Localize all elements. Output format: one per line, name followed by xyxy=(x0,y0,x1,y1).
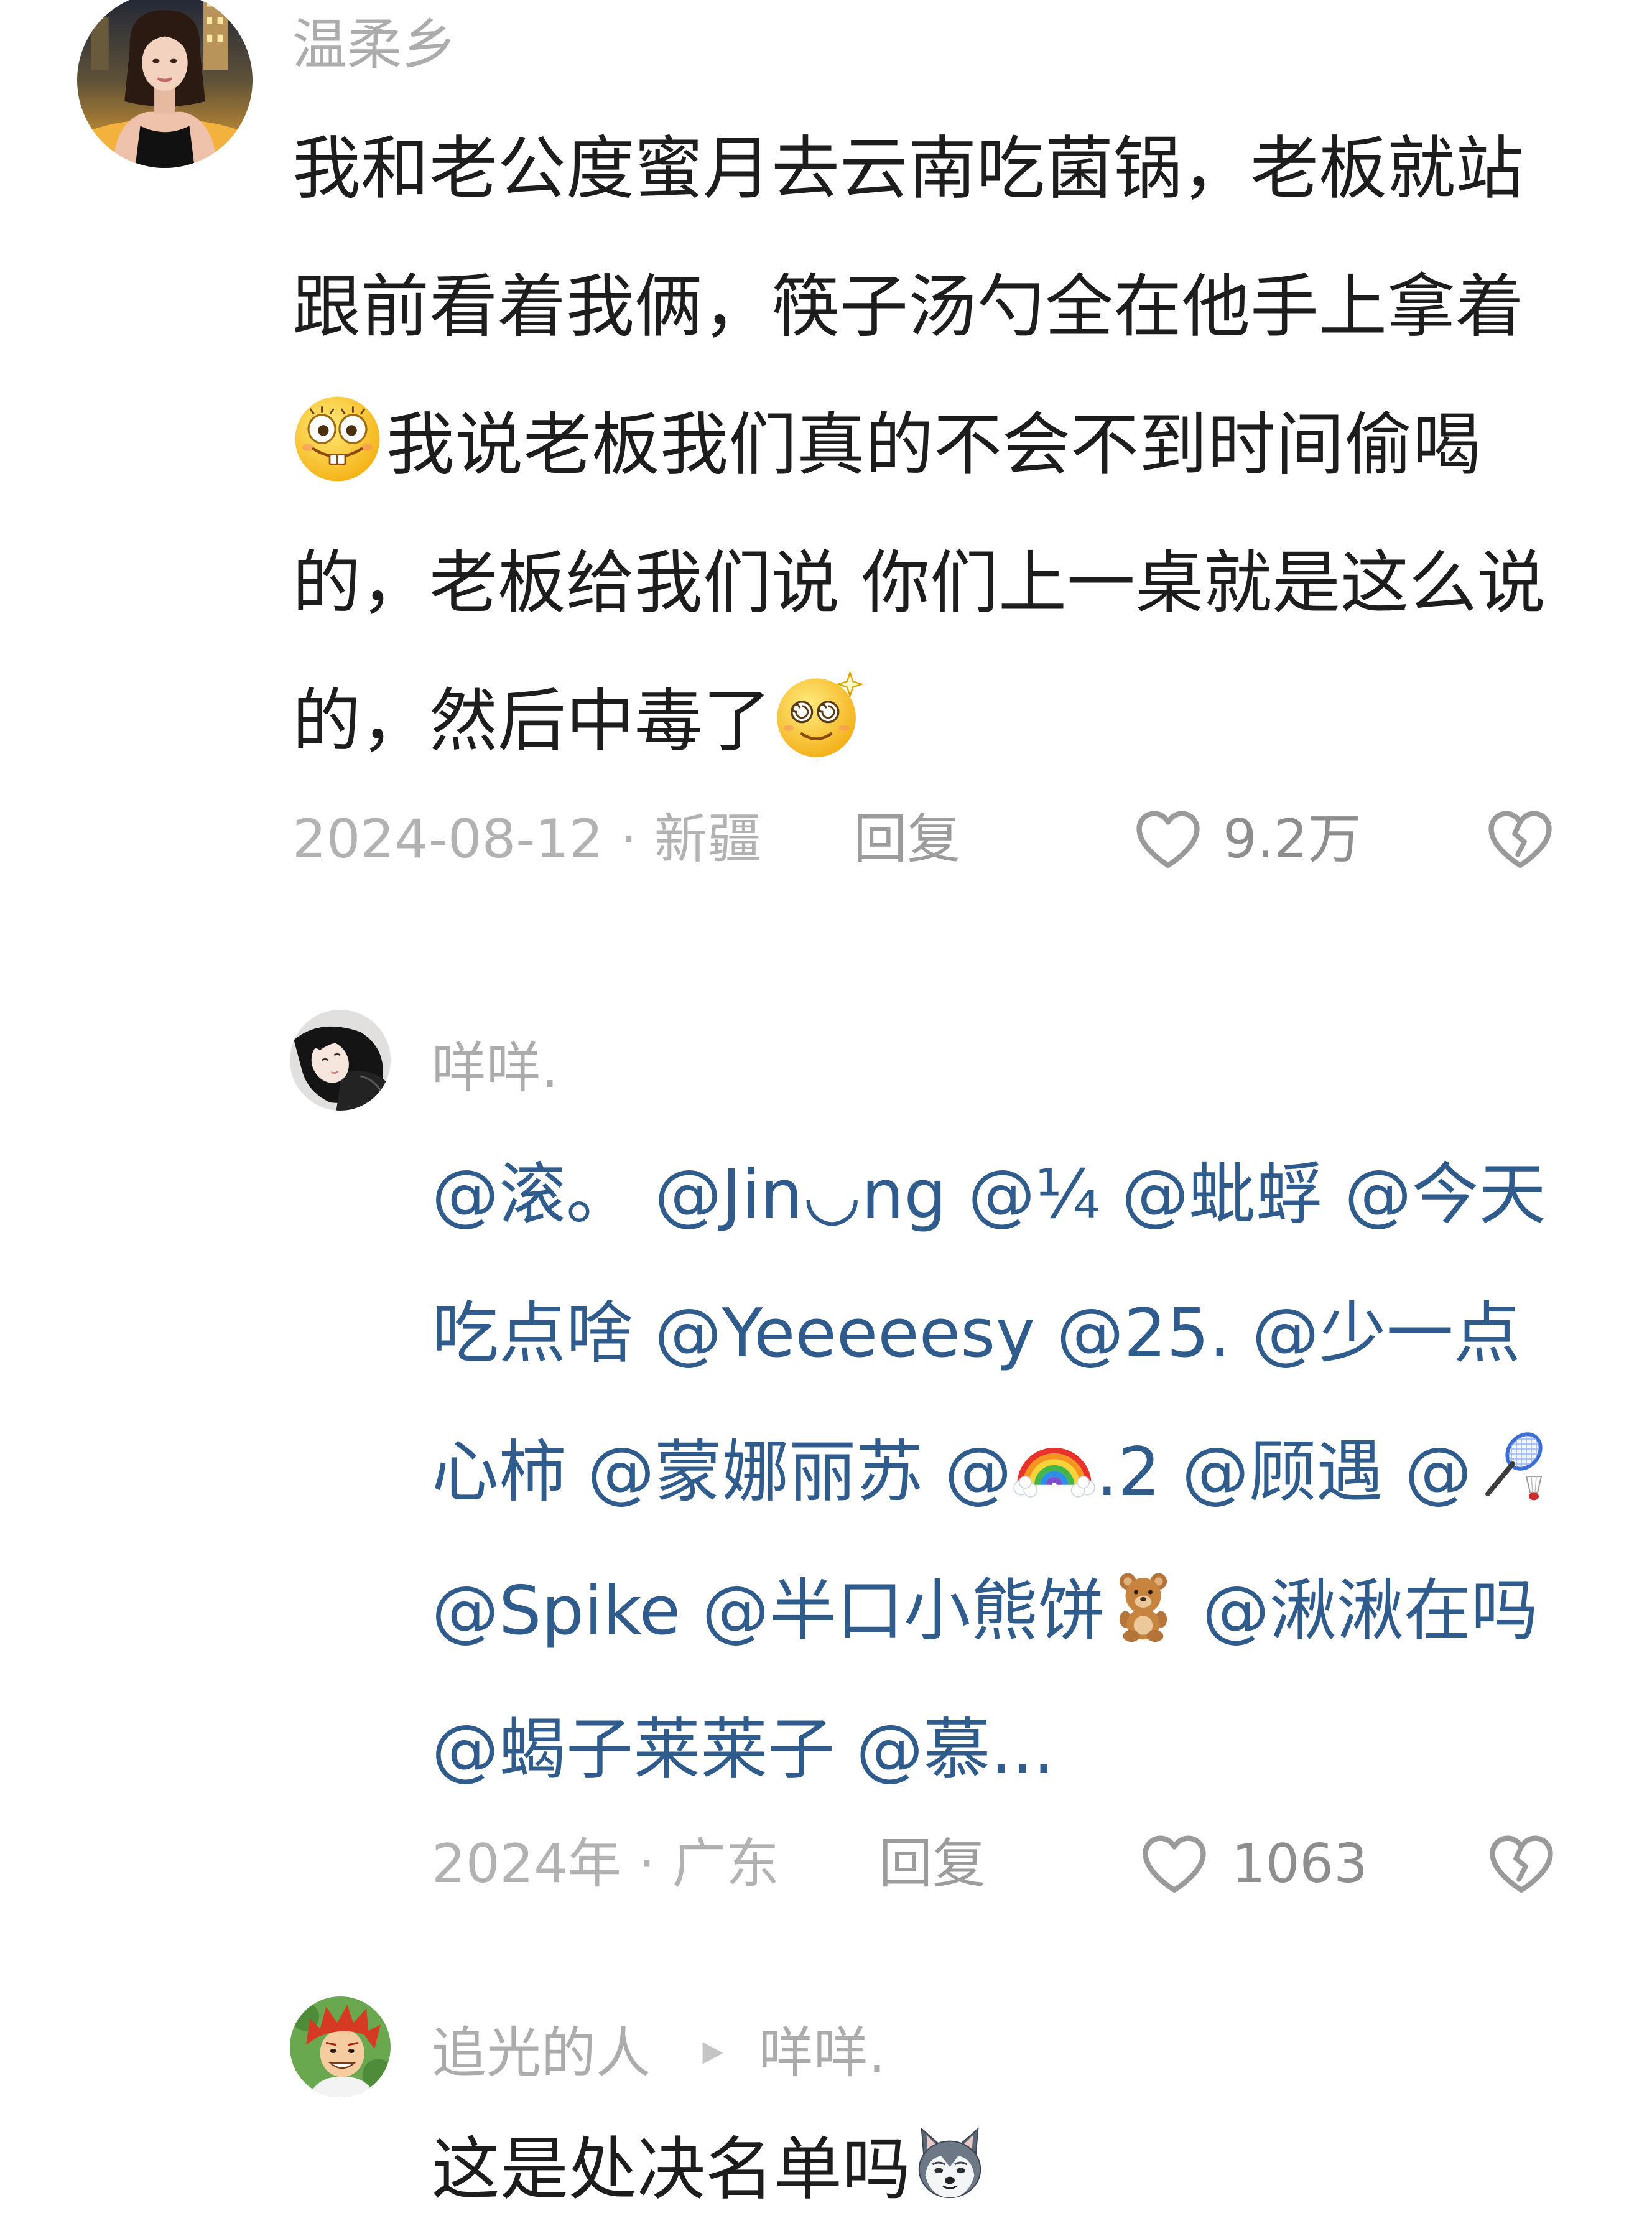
comment-text-line: 我和老公度蜜月去云南吃菌锅，老板就站 xyxy=(292,93,1546,231)
avatar-cartoon-icon xyxy=(290,1996,391,2097)
mention-text-segment[interactable]: 吃点啥 @Yeeeeesy @25. @少一点 xyxy=(432,1279,1521,1376)
like-button[interactable] xyxy=(1136,1827,1213,1901)
comment-date-location: 2024-08-12 · 新疆 xyxy=(292,808,761,870)
reply-text-line: @蝎子莱莱子 @慕... xyxy=(432,1674,1551,1813)
dislike-button[interactable] xyxy=(1482,803,1559,876)
reply-button[interactable]: 回复 xyxy=(879,1833,986,1895)
reply-to-username[interactable]: 咩咩. xyxy=(759,2022,886,2084)
grinning-teeth-emoji-icon xyxy=(292,394,383,484)
reply-text-segment: 这是处决名单吗 xyxy=(432,2130,911,2209)
dizzy-face-emoji-icon xyxy=(771,668,865,762)
comment-username[interactable]: 温柔乡 xyxy=(292,14,457,76)
mention-text-segment[interactable]: @蝎子莱莱子 @慕... xyxy=(432,1695,1054,1792)
comment-text-segment: 的，老板给我们说 你们上一桌就是这么说 xyxy=(292,543,1546,623)
mention-text-segment[interactable]: 心柿 @蒙娜丽苏 @ xyxy=(432,1418,1012,1515)
avatar-photo-icon xyxy=(77,0,253,168)
like-count: 1063 xyxy=(1232,1833,1368,1895)
heart-outline-icon xyxy=(1136,811,1200,868)
broken-heart-icon xyxy=(1490,1835,1553,1893)
reply-arrow xyxy=(698,2039,726,2067)
reply-button[interactable]: 回复 xyxy=(853,808,960,870)
mention-text-segment[interactable]: @滚。 @Jin◡ng @¼ @蚍蜉 @今天 xyxy=(432,1140,1546,1237)
badminton-emoji-icon xyxy=(1472,1427,1551,1506)
reply-text-line: 心柿 @蒙娜丽苏 @ .2 @顾遇 @ xyxy=(432,1397,1551,1535)
reply-username[interactable]: 追光的人 xyxy=(432,2022,651,2084)
teddy-bear-emoji-icon xyxy=(1105,1567,1181,1643)
rainbow-emoji-icon xyxy=(1012,1424,1097,1509)
heart-outline-icon xyxy=(1143,1835,1206,1893)
reply-date-location: 2024年 · 广东 xyxy=(432,1833,779,1895)
like-count: 9.2万 xyxy=(1223,808,1362,870)
comment-text-segment: 我和老公度蜜月去云南吃菌锅，老板就站 xyxy=(292,129,1524,208)
comment-text-line: 的，老板给我们说 你们上一桌就是这么说 xyxy=(292,508,1546,646)
reply-text-line: @Spike @半口小熊饼 @湫湫在吗 xyxy=(432,1535,1551,1674)
reply-text-line: 这是处决名单吗 xyxy=(432,2123,989,2209)
comment-text-segment: 我说老板我们真的不会不到时间偷喝 xyxy=(386,405,1481,485)
comment-text-segment: 跟前看着我俩，筷子汤勺全在他手上拿着 xyxy=(292,267,1524,347)
mention-text-segment[interactable]: .2 @顾遇 @ xyxy=(1097,1418,1472,1515)
user-avatar[interactable] xyxy=(290,1996,391,2097)
comment-text-line: 跟前看着我俩，筷子汤勺全在他手上拿着 xyxy=(292,231,1546,370)
reply-username[interactable]: 咩咩. xyxy=(432,1037,559,1099)
reply-text: @滚。 @Jin◡ng @¼ @蚍蜉 @今天 吃点啥 @Yeeeeesy @25… xyxy=(432,1119,1551,1813)
user-avatar[interactable] xyxy=(290,1010,391,1111)
comment-text-line: 我说老板我们真的不会不到时间偷喝 xyxy=(292,370,1546,508)
broken-heart-icon xyxy=(1488,811,1552,868)
dislike-button[interactable] xyxy=(1483,1827,1560,1901)
reply-text-line: @滚。 @Jin◡ng @¼ @蚍蜉 @今天 xyxy=(432,1119,1551,1258)
reply-text-line: 吃点啥 @Yeeeeesy @25. @少一点 xyxy=(432,1258,1551,1397)
comment-text-segment: 的，然后中毒了 xyxy=(292,681,771,761)
avatar-photo-icon xyxy=(290,1010,391,1111)
mention-text-segment[interactable]: @湫湫在吗 xyxy=(1181,1557,1538,1654)
play-triangle-icon xyxy=(702,2042,723,2064)
like-button[interactable] xyxy=(1130,803,1207,876)
comment-text: 我和老公度蜜月去云南吃菌锅，老板就站 跟前看着我俩，筷子汤勺全在他手上拿着 我说… xyxy=(292,93,1546,784)
husky-emoji-icon xyxy=(911,2124,989,2202)
user-avatar[interactable] xyxy=(77,0,253,168)
comment-text-line: 的，然后中毒了 xyxy=(292,646,1546,784)
reply-text: 这是处决名单吗 xyxy=(432,2123,989,2209)
mention-text-segment[interactable]: @Spike @半口小熊饼 xyxy=(432,1557,1105,1654)
